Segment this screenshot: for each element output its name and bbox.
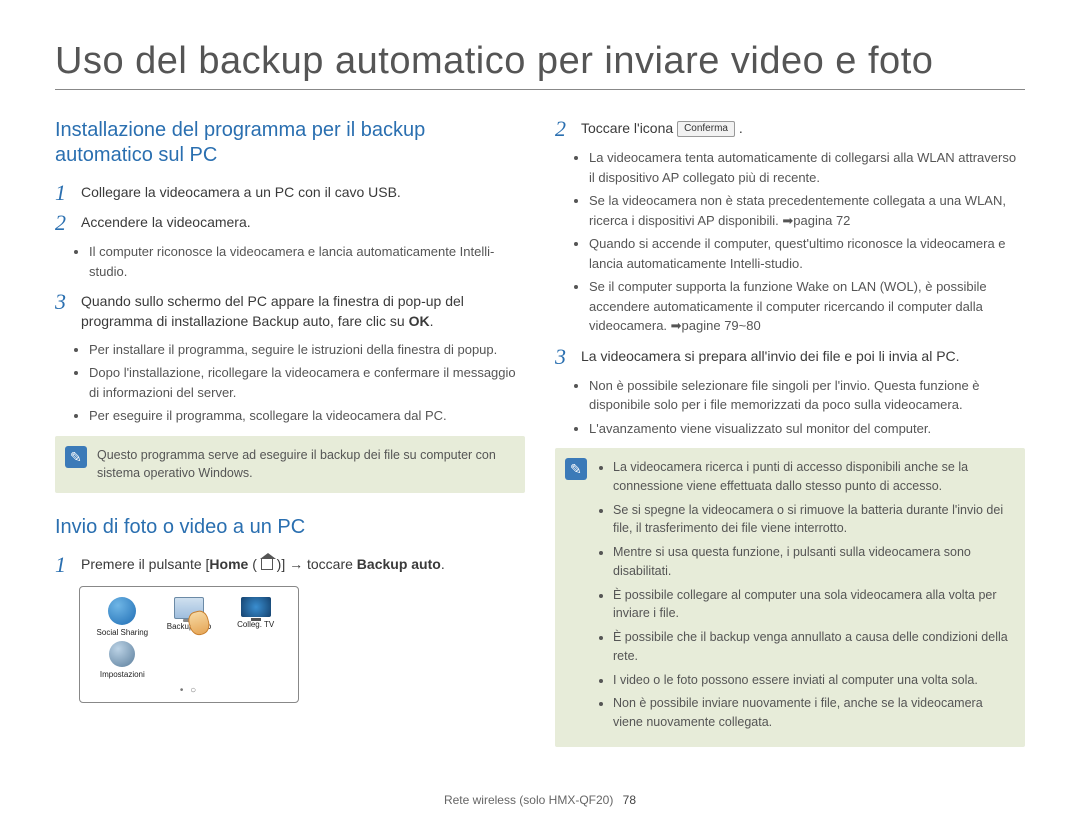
heading-send: Invio di foto o video a un PC — [55, 515, 525, 540]
page-title: Uso del backup automatico per inviare vi… — [55, 40, 1025, 90]
step-text: Premere il pulsante [Home ( )] → toccare… — [81, 554, 525, 576]
note-item: È possibile collegare al computer una so… — [613, 586, 1013, 624]
note-text: Questo programma serve ad eseguire il ba… — [97, 446, 513, 484]
confirm-button-icon: Conferma — [677, 121, 735, 137]
install-step-2: 2 Accendere la videocamera. — [55, 212, 525, 234]
step-text: Quando sullo schermo del PC appare la fi… — [81, 291, 525, 332]
send-step-2-sub: La videocamera tenta automaticamente di … — [589, 148, 1025, 336]
step-number: 1 — [55, 554, 71, 576]
page-dots: • ○ — [92, 685, 286, 696]
globe-icon — [108, 597, 136, 625]
right-column: 2 Toccare l'icona Conferma . La videocam… — [555, 118, 1025, 747]
step-number: 3 — [55, 291, 71, 332]
label: Colleg. TV — [237, 620, 274, 629]
ok-label: OK — [409, 313, 430, 329]
step-text: Toccare l'icona Conferma . — [581, 118, 1025, 140]
screen-item-tv: Colleg. TV — [225, 597, 286, 637]
text: . — [430, 313, 434, 329]
install-step-3: 3 Quando sullo schermo del PC appare la … — [55, 291, 525, 332]
content-columns: Installazione del programma per il backu… — [55, 118, 1025, 747]
left-column: Installazione del programma per il backu… — [55, 118, 525, 747]
note-item: Se si spegne la videocamera o si rimuove… — [613, 501, 1013, 539]
home-label: Home — [209, 556, 248, 572]
step-text: Accendere la videocamera. — [81, 212, 525, 234]
note-windows: Questo programma serve ad eseguire il ba… — [55, 436, 525, 494]
note-multi: La videocamera ricerca i punti di access… — [555, 448, 1025, 747]
step-text: Collegare la videocamera a un PC con il … — [81, 182, 525, 204]
text: Quando sullo schermo del PC appare la fi… — [81, 293, 464, 329]
hand-tap-icon — [186, 609, 212, 637]
send-step-2: 2 Toccare l'icona Conferma . — [555, 118, 1025, 140]
gear-icon — [109, 641, 135, 667]
install-step-2-sub: Il computer riconosce la videocamera e l… — [89, 242, 525, 281]
note-icon — [65, 446, 87, 468]
note-item: I video o le foto possono essere inviati… — [613, 671, 1013, 690]
sub-item: Quando si accende il computer, quest'ult… — [589, 234, 1025, 273]
step-number: 2 — [55, 212, 71, 234]
label: Impostazioni — [100, 670, 145, 679]
step-number: 3 — [555, 346, 571, 368]
note-item: Mentre si usa questa funzione, i pulsant… — [613, 543, 1013, 581]
sub-item: Non è possibile selezionare file singoli… — [589, 376, 1025, 415]
step-number: 2 — [555, 118, 571, 140]
text: . — [735, 120, 743, 136]
send-step-3: 3 La videocamera si prepara all'invio de… — [555, 346, 1025, 368]
sub-item: Dopo l'installazione, ricollegare la vid… — [89, 363, 525, 402]
step-number: 1 — [55, 182, 71, 204]
send-step-1: 1 Premere il pulsante [Home ( )] → tocca… — [55, 554, 525, 576]
device-screen: Social Sharing Backup auto Colleg. TV Im… — [79, 586, 299, 703]
screen-item-social: Social Sharing — [92, 597, 153, 637]
footer-section: Rete wireless (solo HMX-QF20) — [444, 793, 613, 807]
sub-item: Il computer riconosce la videocamera e l… — [89, 242, 525, 281]
note-item: La videocamera ricerca i punti di access… — [613, 458, 1013, 496]
home-icon — [261, 558, 273, 570]
footer: Rete wireless (solo HMX-QF20) 78 — [0, 793, 1080, 807]
screen-item-backup: Backup auto — [159, 597, 220, 637]
sub-item: La videocamera tenta automaticamente di … — [589, 148, 1025, 187]
send-step-3-sub: Non è possibile selezionare file singoli… — [589, 376, 1025, 439]
page-number: 78 — [623, 793, 636, 807]
sub-item: Se la videocamera non è stata precedente… — [589, 191, 1025, 230]
sub-item: Se il computer supporta la funzione Wake… — [589, 277, 1025, 336]
tv-icon — [241, 597, 271, 617]
heading-install: Installazione del programma per il backu… — [55, 118, 525, 168]
note-list: La videocamera ricerca i punti di access… — [613, 458, 1013, 737]
text: . — [441, 556, 445, 572]
note-item: Non è possibile inviare nuovamente i fil… — [613, 694, 1013, 732]
text: )] → toccare — [273, 556, 357, 572]
screen-item-settings: Impostazioni — [92, 641, 153, 679]
sub-item: Per installare il programma, seguire le … — [89, 340, 525, 360]
note-icon — [565, 458, 587, 480]
sub-item: L'avanzamento viene visualizzato sul mon… — [589, 419, 1025, 439]
text: Premere il pulsante [ — [81, 556, 209, 572]
step-text: La videocamera si prepara all'invio dei … — [581, 346, 1025, 368]
sub-item: Per eseguire il programma, scollegare la… — [89, 406, 525, 426]
install-step-1: 1 Collegare la videocamera a un PC con i… — [55, 182, 525, 204]
note-item: È possibile che il backup venga annullat… — [613, 628, 1013, 666]
install-step-3-sub: Per installare il programma, seguire le … — [89, 340, 525, 426]
text: Toccare l'icona — [581, 120, 677, 136]
backup-auto-label: Backup auto — [357, 556, 441, 572]
label: Social Sharing — [97, 628, 149, 637]
